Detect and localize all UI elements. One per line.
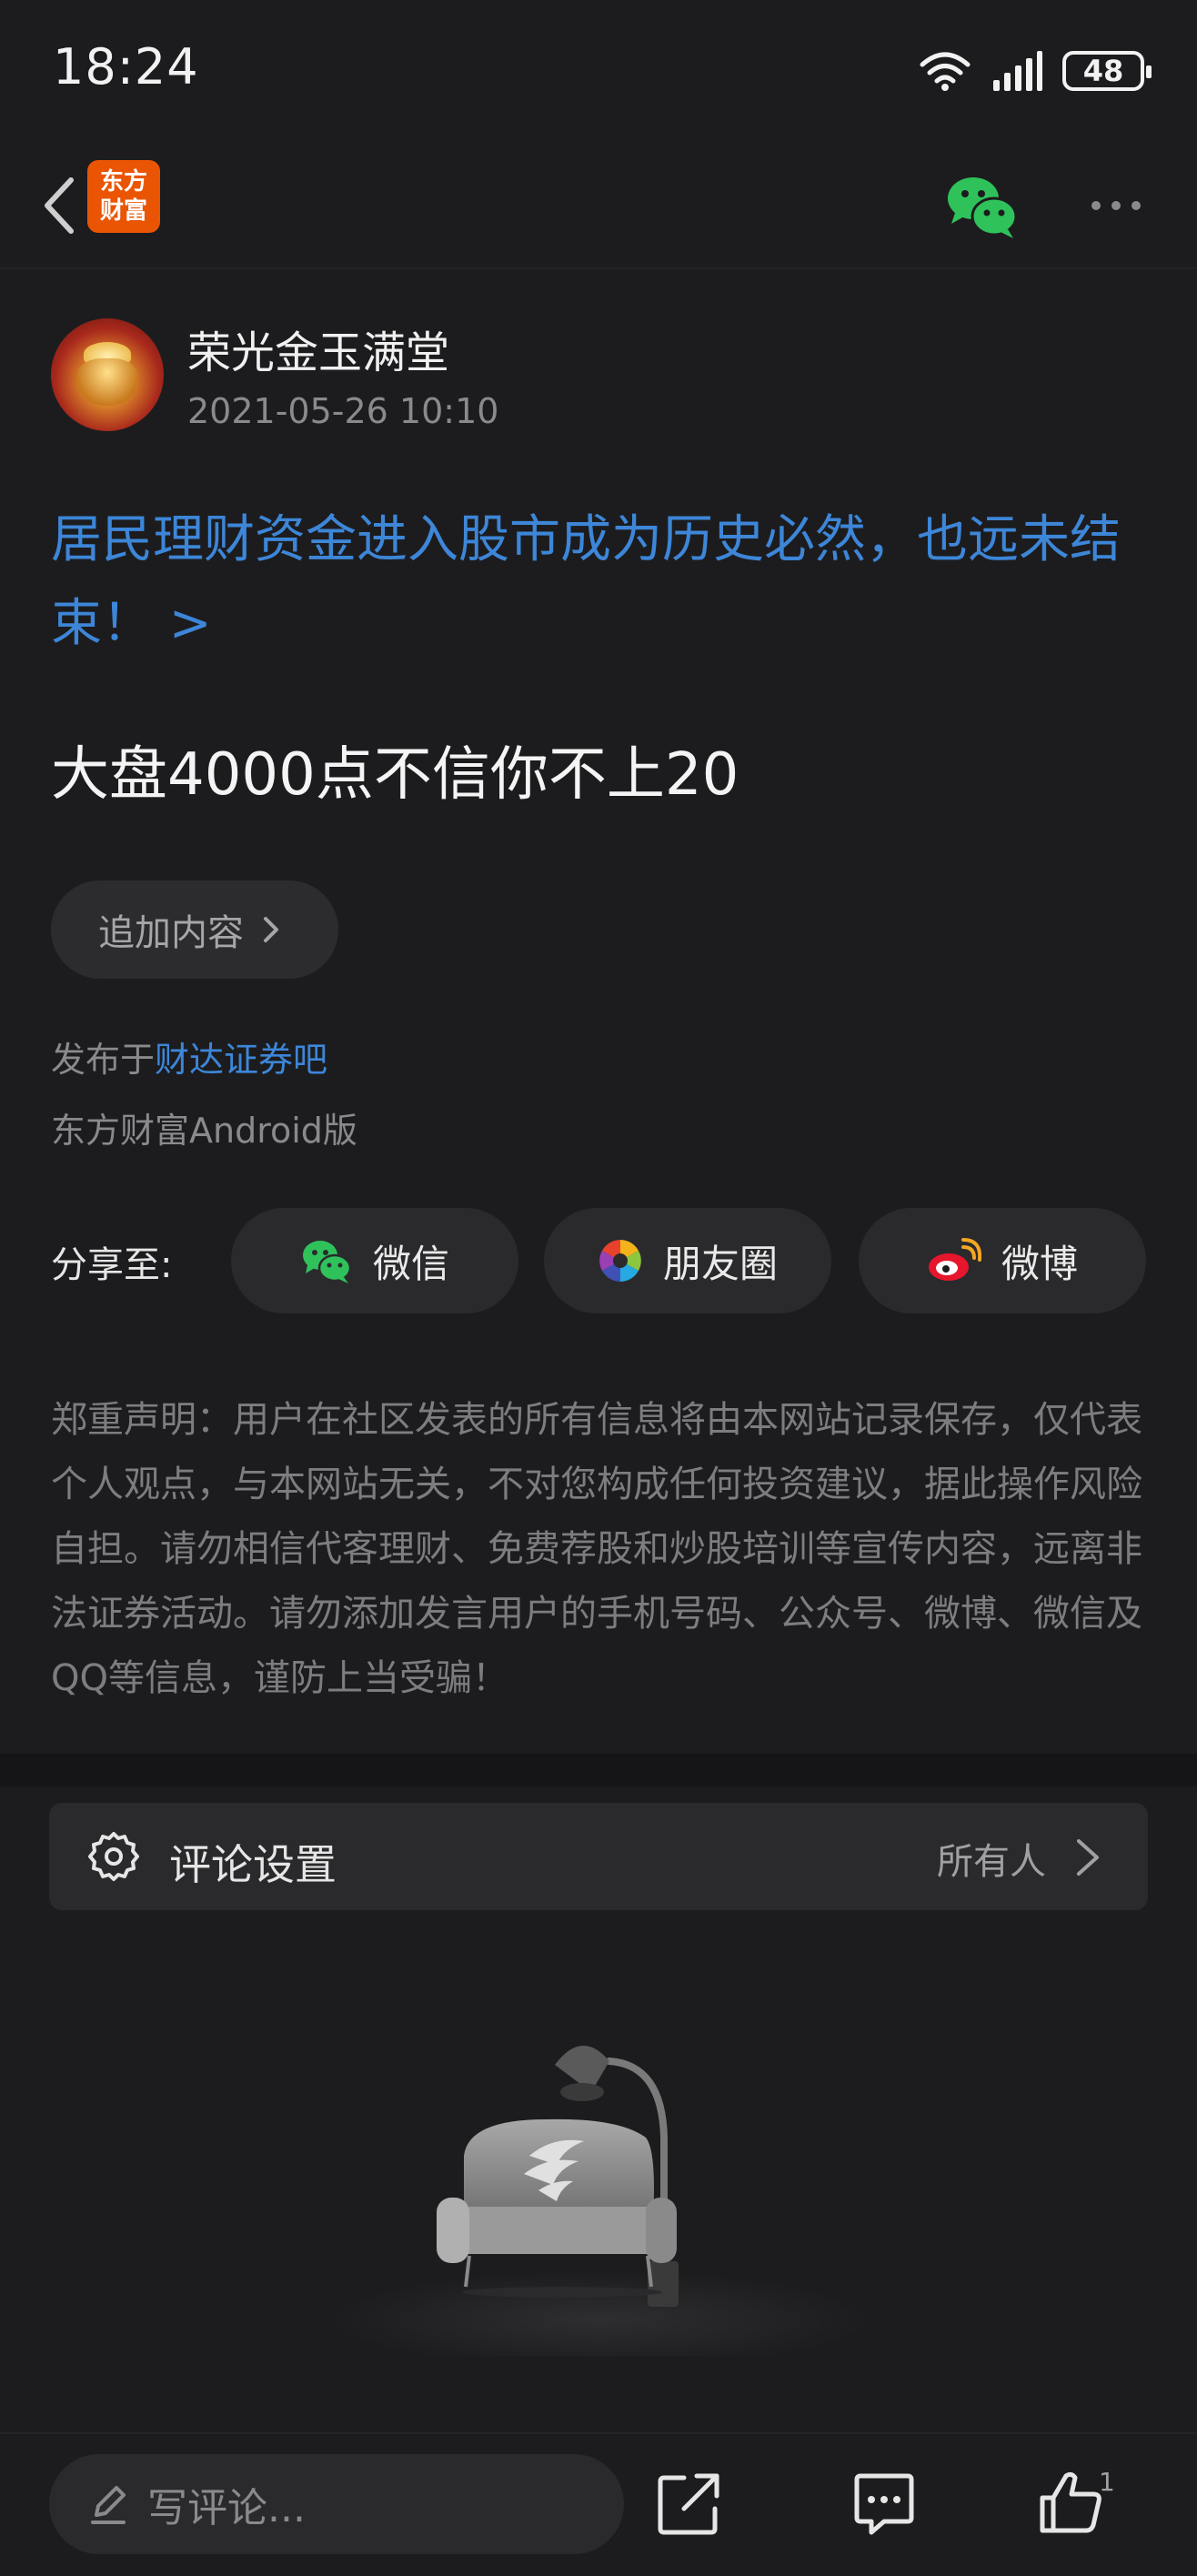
share-label: 分享至: xyxy=(51,1244,173,1286)
wechat-share-icon[interactable] xyxy=(942,166,1022,246)
signal-icon xyxy=(993,51,1042,91)
share-wechat-label: 微信 xyxy=(372,1241,449,1286)
post-body: 大盘4000点不信你不上20 xyxy=(51,741,739,809)
status-bar: 18:24 48 xyxy=(0,0,1197,146)
share-moments-button[interactable]: 朋友圈 xyxy=(544,1208,831,1313)
app-logo[interactable]: 东方 财富 xyxy=(87,160,160,233)
share-weibo-button[interactable]: 微博 xyxy=(859,1208,1146,1313)
share-moments-label: 朋友圈 xyxy=(662,1241,778,1286)
bottom-action-bar: 写评论... 1 xyxy=(0,2432,1197,2576)
battery-level: 48 xyxy=(1082,54,1124,88)
posted-in-prefix: 发布于 xyxy=(51,1040,156,1080)
wifi-icon xyxy=(920,52,971,91)
nav-bar: 东方 财富 xyxy=(0,146,1197,269)
more-dot-icon xyxy=(1112,201,1121,210)
related-article-link[interactable]: 居民理财资金进入股市成为历史必然，也远未结束！ > xyxy=(51,498,1152,666)
share-weibo-label: 微博 xyxy=(1001,1241,1078,1286)
comment-settings-row[interactable]: 评论设置 所有人 xyxy=(49,1803,1148,1910)
forum-link[interactable]: 财达证券吧 xyxy=(155,1040,327,1080)
disclaimer-text: 郑重声明：用户在社区发表的所有信息将由本网站记录保存，仅代表个人观点，与本网站无… xyxy=(51,1399,1142,1699)
author-avatar[interactable] xyxy=(51,318,164,431)
section-divider xyxy=(0,1754,1197,1786)
status-time: 18:24 xyxy=(53,38,199,96)
more-dot-icon xyxy=(1132,201,1141,210)
empty-comments-illustration xyxy=(327,2045,873,2356)
logo-line-2: 财富 xyxy=(99,197,147,225)
comment-settings-label: 评论设置 xyxy=(169,1840,337,1889)
add-content-button[interactable]: 追加内容 xyxy=(51,880,338,979)
client-info: 东方财富Android版 xyxy=(51,1111,357,1151)
posted-in: 发布于财达证券吧 xyxy=(51,1031,327,1082)
comment-settings-value: 所有人 xyxy=(937,1841,1046,1883)
share-wechat-button[interactable]: 微信 xyxy=(231,1208,518,1313)
comment-input[interactable]: 写评论... xyxy=(49,2454,624,2554)
weibo-icon xyxy=(928,1238,981,1281)
thumbs-up-icon[interactable] xyxy=(1035,2467,1108,2540)
more-options-button[interactable] xyxy=(1075,187,1157,224)
comment-icon[interactable] xyxy=(848,2467,920,2540)
more-dot-icon xyxy=(1091,201,1101,210)
like-count: 1 xyxy=(1099,2467,1115,2497)
share-icon[interactable] xyxy=(653,2467,726,2540)
chevron-left-icon xyxy=(45,177,74,234)
moments-aperture-icon xyxy=(599,1240,641,1282)
comment-placeholder: 写评论... xyxy=(147,2485,306,2531)
gear-icon xyxy=(88,1832,139,1881)
chevron-right-icon xyxy=(264,917,278,942)
chevron-right-icon xyxy=(1077,1839,1099,1876)
battery-indicator: 48 xyxy=(1062,51,1152,91)
post-timestamp: 2021-05-26 10:10 xyxy=(187,391,499,431)
wechat-icon xyxy=(302,1241,352,1283)
status-icons: 48 xyxy=(919,47,1152,95)
back-button[interactable] xyxy=(22,169,95,242)
author-name[interactable]: 荣光金玉满堂 xyxy=(187,317,449,380)
add-content-label: 追加内容 xyxy=(98,912,244,954)
pencil-icon xyxy=(91,2486,126,2524)
logo-line-1: 东方 xyxy=(99,168,147,196)
